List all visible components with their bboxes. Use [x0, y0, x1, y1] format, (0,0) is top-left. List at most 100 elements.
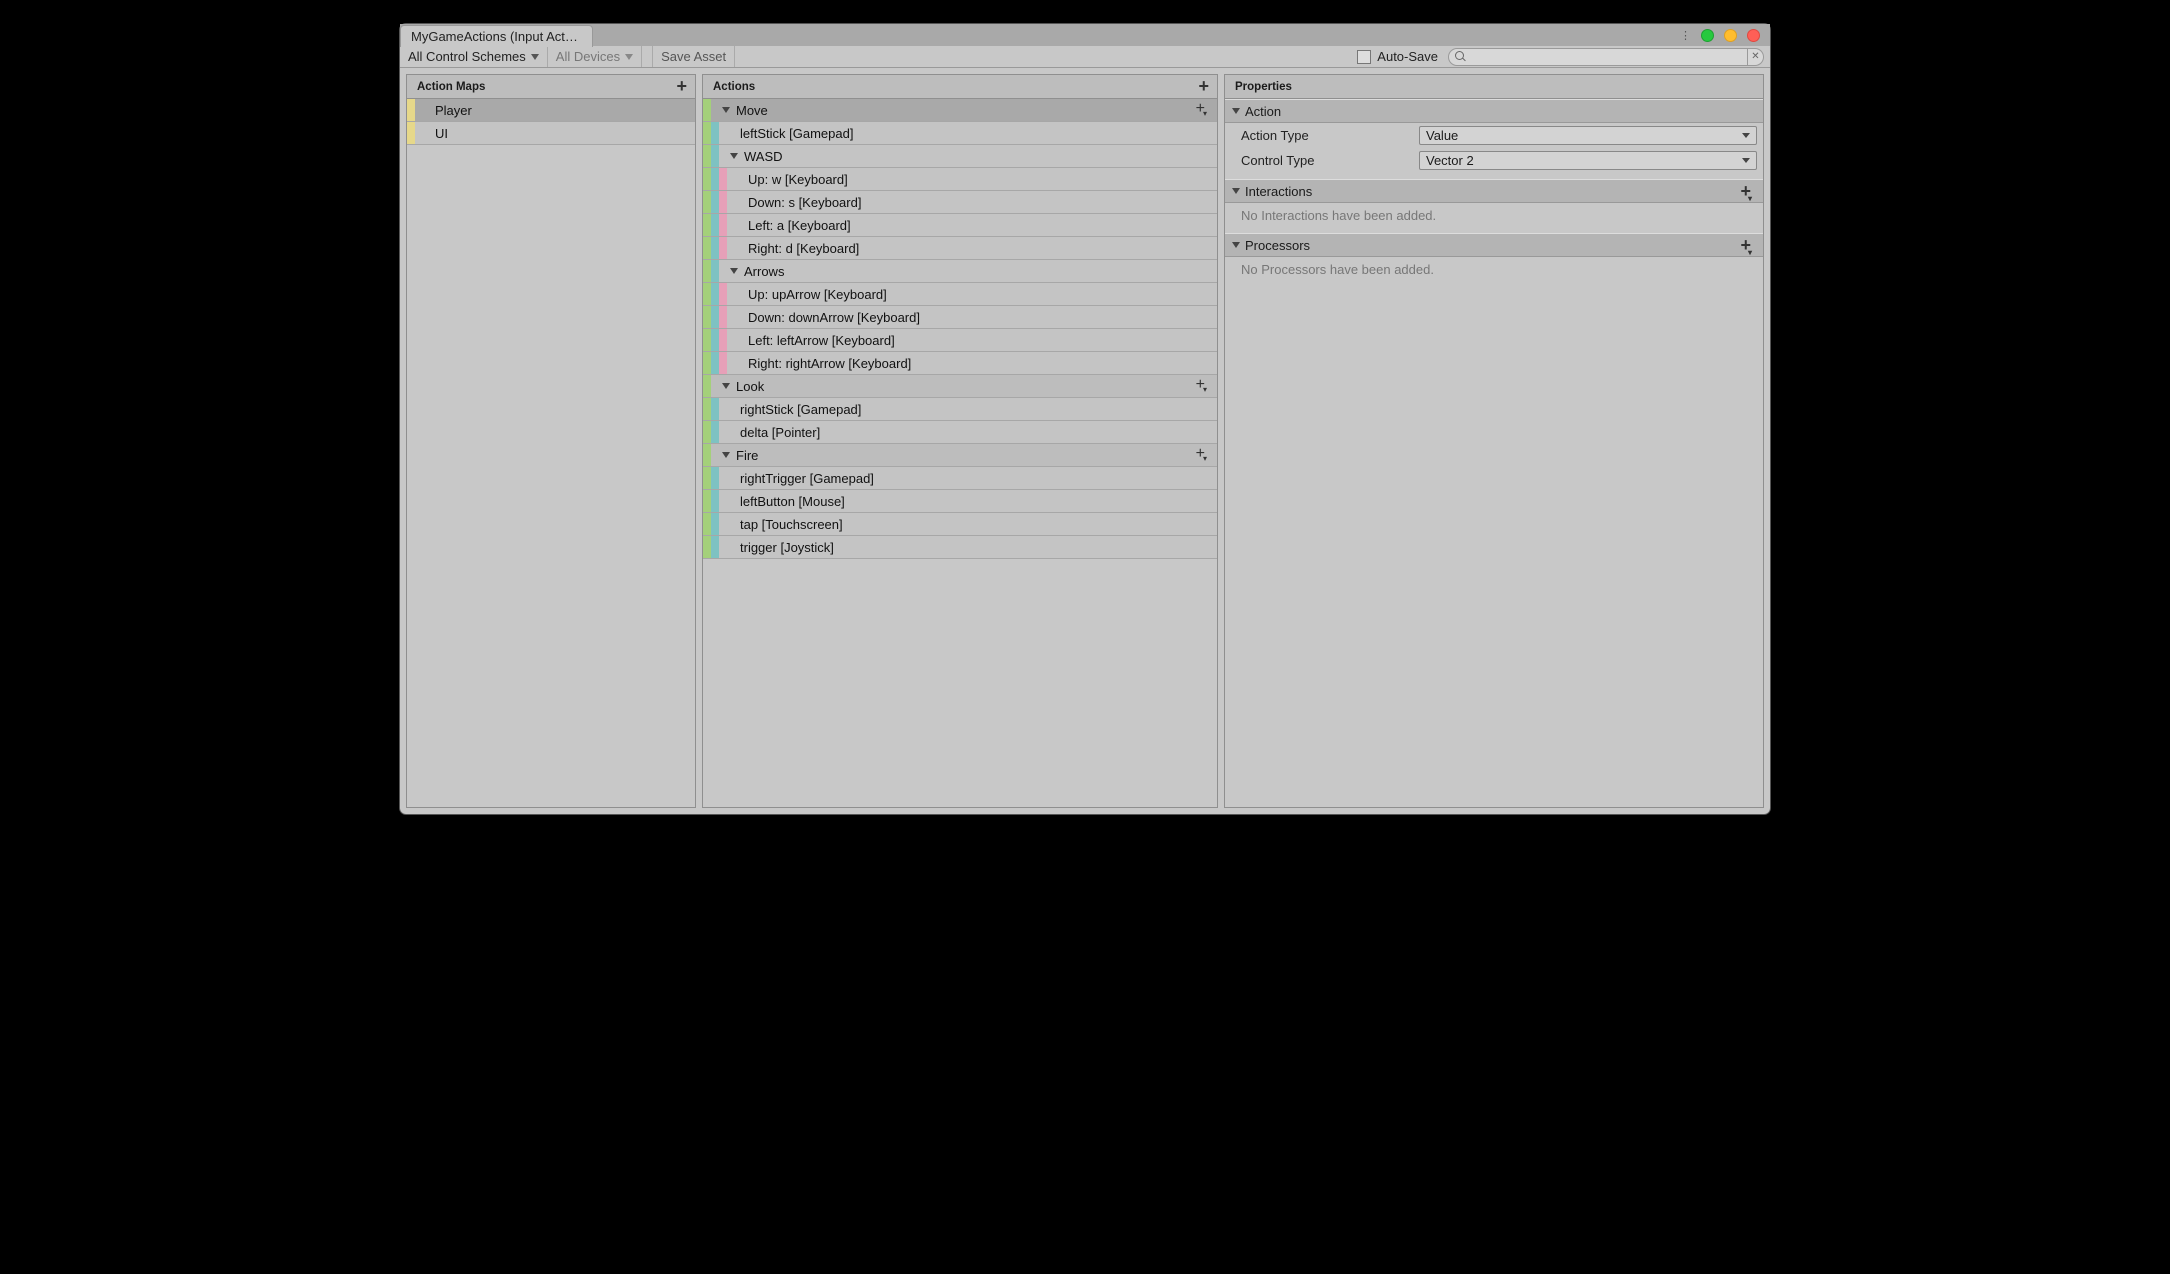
- composite-part-row[interactable]: Up: upArrow [Keyboard]: [703, 283, 1217, 306]
- foldout-icon[interactable]: [722, 107, 730, 113]
- color-stripe: [711, 467, 719, 489]
- binding-name: WASD: [742, 149, 783, 164]
- color-stripe: [711, 237, 719, 259]
- color-stripe: [711, 513, 719, 535]
- composite-part-row[interactable]: Left: leftArrow [Keyboard]: [703, 329, 1217, 352]
- composite-binding-row[interactable]: WASD: [703, 145, 1217, 168]
- color-stripe: [719, 191, 727, 213]
- window-controls: ⋮: [1679, 24, 1770, 46]
- add-processor-button[interactable]: +▾: [1740, 238, 1755, 256]
- color-stripe: [719, 168, 727, 190]
- control-type-value: Vector 2: [1426, 153, 1474, 168]
- composite-part-row[interactable]: Down: s [Keyboard]: [703, 191, 1217, 214]
- binding-name: Down: s [Keyboard]: [746, 195, 861, 210]
- color-stripe: [703, 329, 711, 351]
- color-stripe: [703, 260, 711, 282]
- color-stripe: [703, 490, 711, 512]
- control-scheme-label: All Control Schemes: [408, 49, 526, 64]
- input-actions-editor: MyGameActions (Input Act… ⋮ All Control …: [400, 24, 1770, 814]
- action-row[interactable]: Move +▾: [703, 99, 1217, 122]
- binding-row[interactable]: delta [Pointer]: [703, 421, 1217, 444]
- color-stripe: [703, 375, 711, 397]
- search: ✕: [1448, 46, 1770, 67]
- properties-body: Action Action Type Value Control Type Ve…: [1225, 99, 1763, 807]
- add-binding-button[interactable]: +▾: [1196, 378, 1209, 394]
- processors-empty: No Processors have been added.: [1225, 257, 1763, 287]
- add-binding-button[interactable]: +▾: [1196, 102, 1209, 118]
- binding-name: trigger [Joystick]: [738, 540, 834, 555]
- window-tab[interactable]: MyGameActions (Input Act…: [400, 25, 593, 47]
- foldout-icon[interactable]: [730, 153, 738, 159]
- binding-row[interactable]: tap [Touchscreen]: [703, 513, 1217, 536]
- color-stripe: [703, 145, 711, 167]
- chevron-down-icon: [1742, 133, 1750, 138]
- binding-name: Left: a [Keyboard]: [746, 218, 851, 233]
- binding-row[interactable]: leftButton [Mouse]: [703, 490, 1217, 513]
- search-clear-button[interactable]: ✕: [1748, 48, 1764, 66]
- action-map-row[interactable]: UI: [407, 122, 695, 145]
- interactions-section-head[interactable]: Interactions +▾: [1225, 179, 1763, 203]
- action-map-row[interactable]: Player: [407, 99, 695, 122]
- color-stripe: [711, 260, 719, 282]
- composite-part-row[interactable]: Up: w [Keyboard]: [703, 168, 1217, 191]
- binding-name: delta [Pointer]: [738, 425, 820, 440]
- add-action-map-button[interactable]: +: [676, 79, 687, 93]
- search-icon: [1455, 51, 1466, 62]
- action-row[interactable]: Look +▾: [703, 375, 1217, 398]
- devices-dropdown[interactable]: All Devices: [548, 46, 642, 67]
- foldout-icon[interactable]: [722, 383, 730, 389]
- color-stripe: [711, 306, 719, 328]
- save-asset-button[interactable]: Save Asset: [652, 46, 735, 67]
- maximize-icon[interactable]: [1724, 29, 1737, 42]
- binding-name: tap [Touchscreen]: [738, 517, 843, 532]
- add-binding-button[interactable]: +▾: [1196, 447, 1209, 463]
- action-type-value: Value: [1426, 128, 1458, 143]
- color-stripe: [703, 306, 711, 328]
- options-icon[interactable]: ⋮: [1679, 29, 1691, 42]
- action-section-head[interactable]: Action: [1225, 99, 1763, 123]
- processors-title: Processors: [1245, 238, 1310, 253]
- interactions-empty: No Interactions have been added.: [1225, 203, 1763, 233]
- action-type-label: Action Type: [1241, 128, 1419, 143]
- color-stripe: [719, 283, 727, 305]
- foldout-icon[interactable]: [722, 452, 730, 458]
- composite-part-row[interactable]: Left: a [Keyboard]: [703, 214, 1217, 237]
- add-interaction-button[interactable]: +▾: [1740, 184, 1755, 202]
- minimize-icon[interactable]: [1701, 29, 1714, 42]
- action-row[interactable]: Fire+▾: [703, 444, 1217, 467]
- add-action-button[interactable]: +: [1198, 79, 1209, 93]
- action-type-dropdown[interactable]: Value: [1419, 126, 1757, 145]
- color-stripe: [719, 352, 727, 374]
- foldout-icon[interactable]: [730, 268, 738, 274]
- composite-binding-row[interactable]: Arrows: [703, 260, 1217, 283]
- control-type-label: Control Type: [1241, 153, 1419, 168]
- color-stripe: [407, 99, 415, 121]
- binding-row[interactable]: rightTrigger [Gamepad]: [703, 467, 1217, 490]
- autosave-toggle[interactable]: Auto-Save: [1347, 46, 1448, 67]
- binding-name: Right: rightArrow [Keyboard]: [746, 356, 911, 371]
- composite-part-row[interactable]: Right: d [Keyboard]: [703, 237, 1217, 260]
- action-type-row: Action Type Value: [1225, 123, 1763, 148]
- close-icon[interactable]: [1747, 29, 1760, 42]
- color-stripe: [711, 122, 719, 144]
- control-type-dropdown[interactable]: Vector 2: [1419, 151, 1757, 170]
- search-input[interactable]: [1448, 48, 1748, 66]
- binding-row[interactable]: rightStick [Gamepad]: [703, 398, 1217, 421]
- composite-part-row[interactable]: Right: rightArrow [Keyboard]: [703, 352, 1217, 375]
- processors-section-head[interactable]: Processors +▾: [1225, 233, 1763, 257]
- tab-bar: MyGameActions (Input Act… ⋮: [400, 24, 1770, 46]
- color-stripe: [719, 214, 727, 236]
- action-name: Move: [734, 103, 768, 118]
- actions-title: Actions: [713, 81, 755, 93]
- color-stripe: [719, 306, 727, 328]
- color-stripe: [711, 398, 719, 420]
- control-scheme-dropdown[interactable]: All Control Schemes: [400, 46, 548, 67]
- action-name: Look: [734, 379, 764, 394]
- composite-part-row[interactable]: Down: downArrow [Keyboard]: [703, 306, 1217, 329]
- action-maps-header: Action Maps +: [407, 75, 695, 99]
- checkbox-icon[interactable]: [1357, 50, 1371, 64]
- color-stripe: [703, 421, 711, 443]
- binding-row[interactable]: trigger [Joystick]: [703, 536, 1217, 559]
- binding-row[interactable]: leftStick [Gamepad]: [703, 122, 1217, 145]
- toolbar: All Control Schemes All Devices Save Ass…: [400, 46, 1770, 68]
